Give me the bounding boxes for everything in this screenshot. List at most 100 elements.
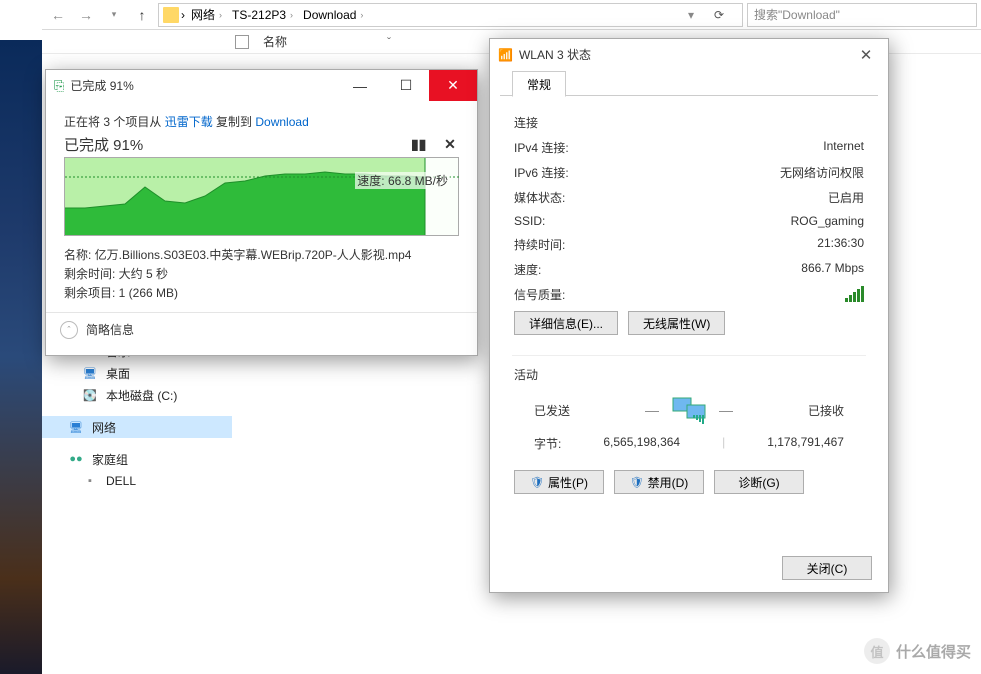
ipv4-label: IPv4 连接:: [514, 139, 569, 156]
duration-label: 持续时间:: [514, 236, 565, 253]
remaining-items: 1 (266 MB): [119, 286, 178, 300]
desktop-wallpaper: [0, 40, 42, 674]
chevron-right-icon: ›: [290, 10, 293, 20]
watermark-text: 什么值得买: [896, 641, 971, 662]
ssid-label: SSID:: [514, 214, 545, 228]
pause-button[interactable]: ▮▮: [410, 136, 428, 154]
chevron-right-icon: ›: [181, 8, 185, 22]
speed-graph: 速度: 66.8 MB/秒: [64, 157, 459, 236]
up-button[interactable]: ↑: [130, 3, 154, 27]
sidebar-item-label: DELL: [106, 474, 136, 488]
shield-icon: 🛡: [530, 476, 544, 489]
chevron-up-icon[interactable]: ˆ: [60, 321, 78, 339]
close-button[interactable]: ✕: [852, 41, 880, 69]
copy-metadata: 名称: 亿万.Billions.S03E03.中英字幕.WEBrip.720P-…: [64, 246, 459, 304]
details-button[interactable]: 详细信息(E)...: [514, 311, 618, 335]
watermark-icon: 值: [864, 638, 890, 664]
destination-link[interactable]: Download: [255, 115, 308, 129]
dialog-titlebar[interactable]: ⎘ 已完成 91% — ☐ ✕: [46, 70, 477, 101]
speed-value: 866.7 Mbps: [801, 261, 864, 278]
sidebar-item-label: 家庭组: [92, 451, 128, 468]
sidebar-item-dell[interactable]: ▪ DELL: [42, 470, 232, 492]
dialog-titlebar[interactable]: 📶 WLAN 3 状态 ✕: [490, 39, 888, 70]
drive-icon: 💽: [82, 387, 98, 403]
chevron-right-icon: ›: [219, 10, 222, 20]
cancel-button[interactable]: ✕: [441, 136, 459, 154]
recv-label: 已接收: [808, 402, 844, 419]
more-info-toggle[interactable]: 简略信息: [86, 321, 134, 338]
signal-bars-icon: [845, 286, 864, 302]
separator: |: [722, 435, 725, 452]
properties-button[interactable]: 🛡属性(P): [514, 470, 604, 494]
copy-progress-dialog: ⎘ 已完成 91% — ☐ ✕ 正在将 3 个项目从 迅雷下载 复制到 Down…: [45, 69, 478, 356]
dialog-title: WLAN 3 状态: [519, 46, 591, 63]
ipv6-label: IPv6 连接:: [514, 164, 569, 181]
speed-label: 速度: 66.8 MB/秒: [355, 172, 450, 189]
group-label: 活动: [514, 366, 538, 383]
address-bar: ← → ▾ ↑ › 网络› TS-212P3› Download› ▾ ⟳ 搜索…: [42, 0, 981, 30]
sidebar-item-drive-c[interactable]: 💽 本地磁盘 (C:): [42, 384, 232, 406]
copy-description: 正在将 3 个项目从 迅雷下载 复制到 Download: [64, 113, 459, 130]
computers-icon: [669, 395, 709, 425]
shield-icon: 🛡: [630, 476, 644, 489]
activity-group: 活动 已发送 — — 已接收 字节: 6,565,198,364 | 1,178…: [512, 355, 866, 500]
minimize-button[interactable]: —: [337, 70, 383, 101]
ipv6-value: 无网络访问权限: [780, 164, 864, 181]
close-button[interactable]: ✕: [429, 70, 477, 101]
connection-group: 连接 IPv4 连接:Internet IPv6 连接:无网络访问权限 媒体状态…: [512, 108, 866, 341]
homegroup-icon: ●●: [68, 451, 84, 467]
wireless-props-button[interactable]: 无线属性(W): [628, 311, 725, 335]
sort-indicator-icon: ˇ: [387, 35, 391, 49]
refresh-button[interactable]: ⟳: [714, 8, 738, 22]
sidebar-item-label: 桌面: [106, 365, 130, 382]
group-label: 连接: [514, 114, 538, 131]
bytes-label: 字节:: [534, 435, 561, 452]
maximize-button[interactable]: ☐: [383, 70, 429, 101]
sidebar-item-network[interactable]: 🖥 网络: [42, 416, 232, 438]
disable-button[interactable]: 🛡禁用(D): [614, 470, 704, 494]
sidebar-item-label: 本地磁盘 (C:): [106, 387, 177, 404]
sidebar-item-homegroup[interactable]: ●● 家庭组: [42, 448, 232, 470]
progress-percent: 已完成 91%: [64, 134, 143, 155]
copy-icon: ⎘: [54, 78, 64, 94]
computer-icon: ▪: [82, 473, 98, 489]
dropdown-icon[interactable]: ▾: [688, 8, 712, 22]
dialog-title: 已完成 91%: [70, 77, 133, 94]
select-all-checkbox[interactable]: [235, 35, 249, 49]
media-label: 媒体状态:: [514, 189, 565, 206]
forward-button[interactable]: →: [74, 3, 98, 27]
speed-label: 速度:: [514, 261, 541, 278]
sidebar-item-desktop[interactable]: 🖥 桌面: [42, 362, 232, 384]
wlan-status-dialog: 📶 WLAN 3 状态 ✕ 常规 连接 IPv4 连接:Internet IPv…: [489, 38, 889, 593]
dash-icon: —: [645, 402, 659, 418]
back-button[interactable]: ←: [46, 3, 70, 27]
media-value: 已启用: [828, 189, 864, 206]
signal-label: 信号质量:: [514, 286, 565, 303]
path-segment[interactable]: Download›: [299, 6, 367, 24]
dialog-footer: ˆ 简略信息: [46, 312, 477, 347]
network-icon: 🖥: [68, 419, 84, 435]
diagnose-button[interactable]: 诊断(G): [714, 470, 804, 494]
source-link[interactable]: 迅雷下载: [165, 115, 213, 129]
watermark: 值 什么值得买: [864, 638, 971, 664]
recent-button[interactable]: ▾: [102, 3, 126, 27]
dash-icon: —: [719, 402, 733, 418]
path-segment[interactable]: TS-212P3›: [228, 6, 297, 24]
bytes-sent: 6,565,198,364: [603, 435, 680, 452]
sent-label: 已发送: [534, 402, 570, 419]
wifi-icon: 📶: [498, 48, 513, 62]
folder-icon: [163, 7, 179, 23]
address-path[interactable]: › 网络› TS-212P3› Download› ▾ ⟳: [158, 3, 743, 27]
bytes-recv: 1,178,791,467: [767, 435, 844, 452]
column-name[interactable]: 名称: [263, 33, 287, 50]
file-name: 亿万.Billions.S03E03.中英字幕.WEBrip.720P-人人影视…: [95, 248, 412, 262]
chevron-right-icon: ›: [360, 10, 363, 20]
sidebar-item-label: 网络: [92, 419, 116, 436]
desktop-icon: 🖥: [82, 365, 98, 381]
tab-general[interactable]: 常规: [512, 71, 566, 97]
search-input[interactable]: 搜索"Download": [747, 3, 977, 27]
ssid-value: ROG_gaming: [791, 214, 864, 228]
duration-value: 21:36:30: [817, 236, 864, 253]
close-dialog-button[interactable]: 关闭(C): [782, 556, 872, 580]
path-segment[interactable]: 网络›: [187, 4, 226, 25]
